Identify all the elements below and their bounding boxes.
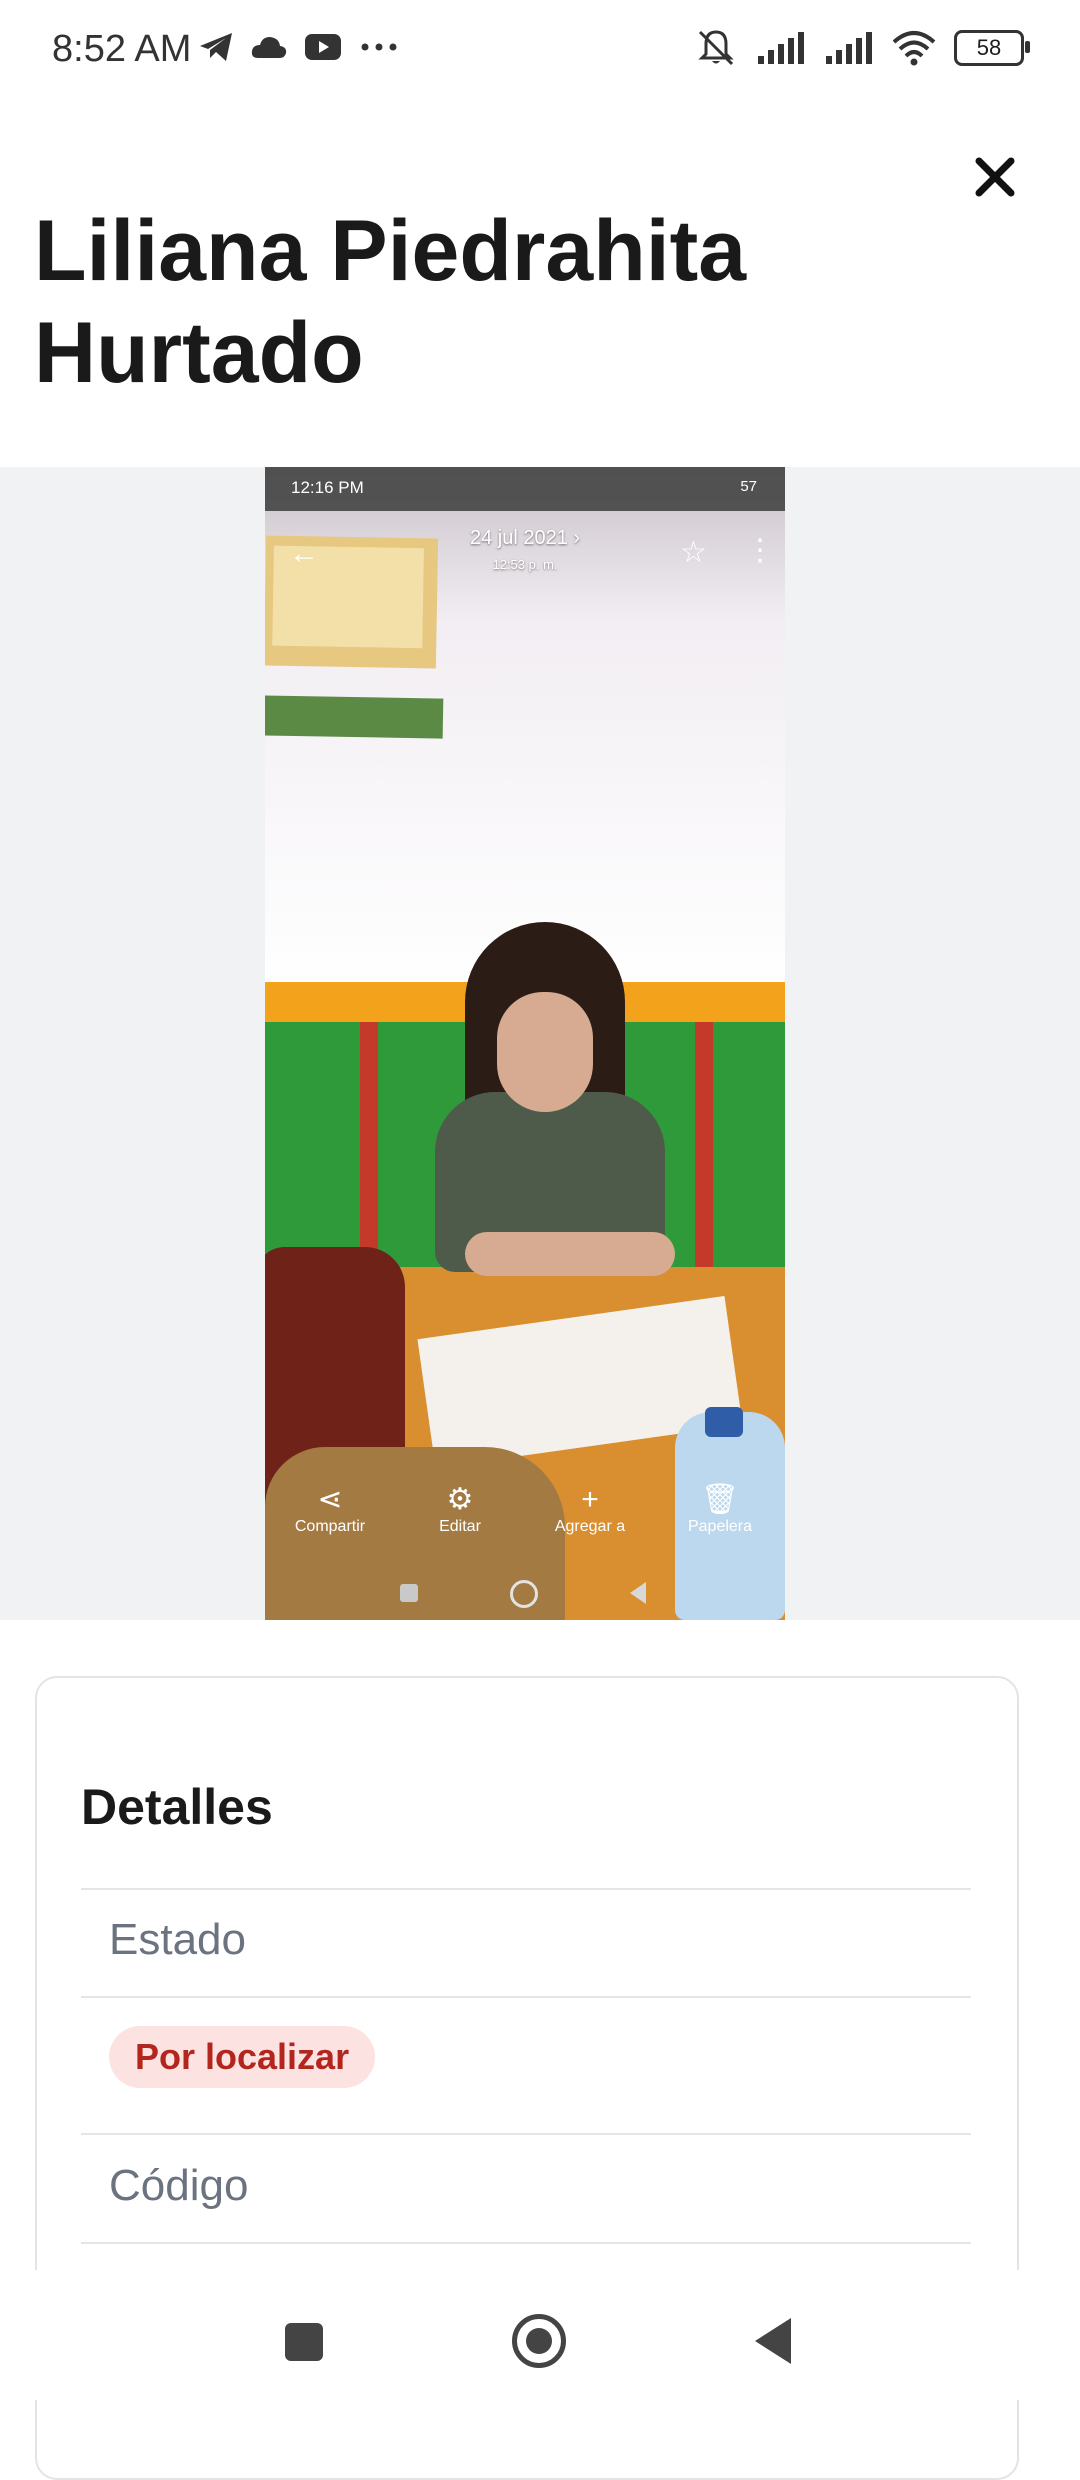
photo-bottle-cap	[705, 1407, 743, 1437]
screenshot-status-time: 12:16 PM	[291, 478, 364, 497]
plus-icon: +	[581, 1483, 599, 1516]
status-left-icons	[198, 30, 400, 64]
missing-person-photo[interactable]: 12:16 PM 57 ← 24 jul 2021 › 12:53 p. m. …	[265, 467, 785, 1620]
screenshot-action-trash: 🗑 Papelera	[655, 1482, 785, 1562]
screenshot-back-icon	[630, 1582, 646, 1604]
back-triangle-icon[interactable]	[755, 2318, 791, 2364]
screenshot-date: 24 jul 2021 ›	[469, 527, 581, 549]
battery-level: 58	[976, 35, 1002, 60]
page-title: Liliana Piedrahita Hurtado	[34, 203, 747, 401]
screenshot-action-label: Compartir	[294, 1518, 366, 1535]
screenshot-action-label: Agregar a	[554, 1518, 626, 1535]
trash-icon: 🗑	[700, 1483, 740, 1516]
codigo-label: Código	[109, 2161, 249, 2210]
screenshot-time: 12:53 p. m.	[492, 557, 558, 572]
divider	[81, 1996, 971, 1998]
photo-area: 12:16 PM 57 ← 24 jul 2021 › 12:53 p. m. …	[0, 467, 1080, 1620]
screenshot-nav-bar	[265, 1572, 785, 1612]
share-icon: ⋖	[317, 1483, 343, 1516]
divider	[81, 1888, 971, 1890]
details-title: Detalles	[81, 1779, 273, 1835]
screenshot-more-icon: ⋮	[745, 534, 775, 567]
cloud-icon	[251, 37, 287, 58]
edit-icon: ⚙	[446, 1483, 474, 1516]
telegram-icon	[200, 33, 232, 61]
status-time: 8:52 AM	[52, 28, 192, 70]
signal-icon	[758, 32, 804, 64]
youtube-icon	[305, 34, 341, 60]
wifi-icon	[892, 31, 936, 66]
screenshot-action-edit: ⚙ Editar	[395, 1482, 525, 1562]
screenshot-action-add: + Agregar a	[525, 1482, 655, 1562]
screenshot-battery: 57	[740, 478, 757, 495]
estado-label: Estado	[109, 1915, 246, 1964]
more-dots-icon	[361, 43, 397, 51]
photo-person	[405, 922, 685, 1282]
recents-square-icon[interactable]	[285, 2323, 323, 2361]
mute-icon	[698, 30, 734, 66]
status-bar: 8:52 AM 58	[0, 0, 1080, 100]
screenshot-action-label: Editar	[439, 1518, 481, 1535]
system-nav-bar	[0, 2270, 1080, 2400]
divider	[81, 2242, 971, 2244]
screenshot-home-icon	[510, 1580, 538, 1608]
signal-icon	[826, 32, 872, 64]
screenshot-actions: ⋖ Compartir ⚙ Editar + Agregar a 🗑 Papelera	[265, 1482, 785, 1562]
status-badge: Por localizar	[109, 2026, 376, 2088]
screenshot-recents-icon	[400, 1584, 418, 1602]
close-button[interactable]	[968, 150, 1022, 204]
screenshot-gallery-header: ← 24 jul 2021 › 12:53 p. m. ☆ ⋮	[265, 511, 785, 591]
screenshot-star-icon: ☆	[680, 536, 707, 569]
home-circle-icon[interactable]	[512, 2314, 566, 2368]
screenshot-status-bar: 12:16 PM 57	[265, 467, 785, 511]
screenshot-action-share: ⋖ Compartir	[265, 1482, 395, 1562]
divider	[81, 2133, 971, 2135]
battery-icon: 58	[954, 30, 1030, 66]
close-icon	[975, 157, 1015, 197]
status-right-icons: 58	[694, 28, 1030, 68]
screenshot-action-label: Papelera	[687, 1518, 753, 1535]
